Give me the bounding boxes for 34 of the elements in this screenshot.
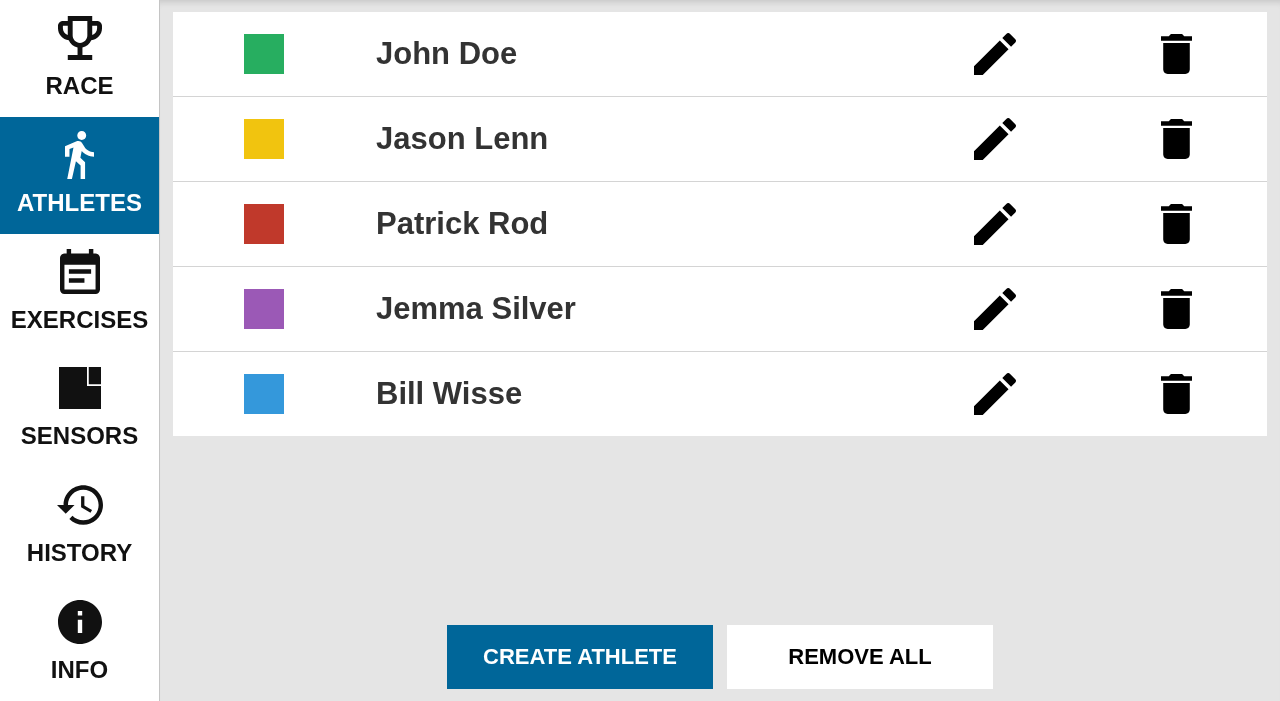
athlete-name: Patrick Rod	[376, 206, 550, 242]
delete-button[interactable]	[1161, 374, 1192, 414]
athlete-name: Jason Lenn	[376, 121, 550, 157]
delete-button[interactable]	[1161, 34, 1192, 74]
walking-person-icon	[65, 130, 94, 179]
trash-icon	[1161, 119, 1192, 159]
trophy-icon	[57, 16, 102, 60]
nav-item[interactable]: ATHLETES	[0, 116, 159, 234]
delete-button[interactable]	[1161, 204, 1192, 244]
trash-icon	[1161, 204, 1192, 244]
pencil-icon	[974, 203, 1016, 245]
calendar-icon	[59, 249, 100, 295]
remove-all-button[interactable]: REMOVE ALL	[727, 625, 993, 689]
pencil-icon	[974, 118, 1016, 160]
tiles-icon	[58, 367, 101, 410]
trash-icon	[1161, 289, 1192, 329]
info-icon	[57, 600, 102, 645]
trash-icon	[1161, 34, 1192, 74]
delete-button[interactable]	[1161, 289, 1192, 329]
trash-icon	[1161, 374, 1192, 414]
athlete-name: Jemma Silver	[376, 291, 577, 327]
delete-button[interactable]	[1161, 119, 1192, 159]
edit-button[interactable]	[974, 203, 1016, 245]
edit-button[interactable]	[974, 288, 1016, 330]
pencil-icon	[974, 288, 1016, 330]
edit-button[interactable]	[974, 373, 1016, 415]
athlete-name: John Doe	[376, 36, 519, 72]
pencil-icon	[974, 373, 1016, 415]
athlete-name: Bill Wisse	[376, 376, 524, 412]
edit-button[interactable]	[974, 33, 1016, 75]
create-athlete-button[interactable]: CREATE ATHLETE	[447, 625, 713, 689]
history-icon	[56, 485, 103, 526]
pencil-icon	[974, 33, 1016, 75]
edit-button[interactable]	[974, 118, 1016, 160]
